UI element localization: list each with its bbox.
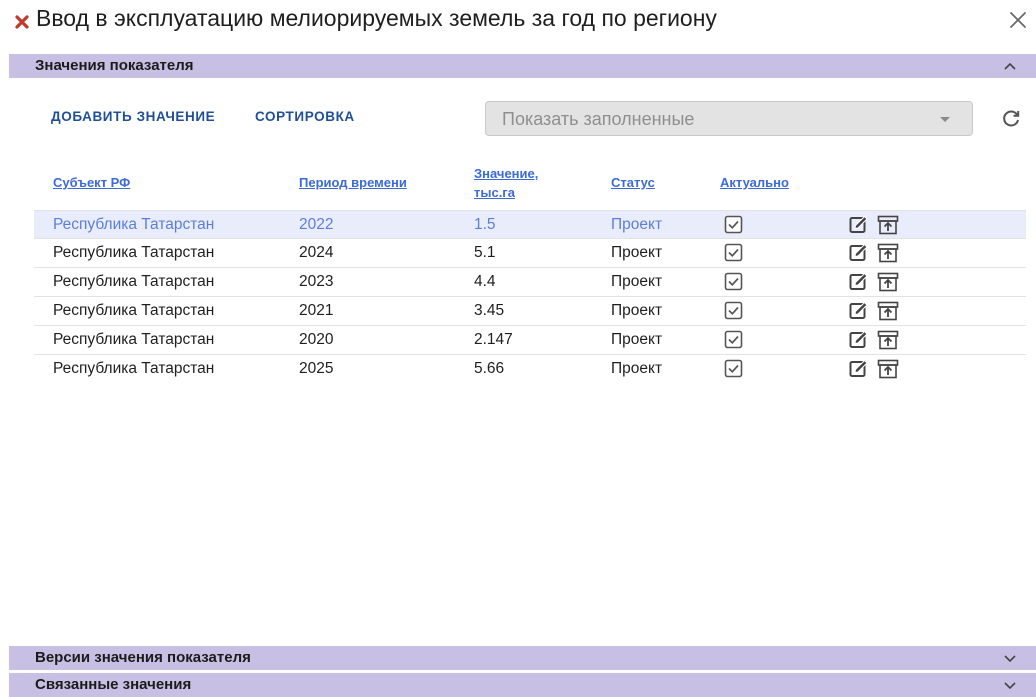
- chevron-down-icon[interactable]: [1003, 652, 1017, 664]
- table-row[interactable]: Республика Татарстан 2022 1.5 Проект: [34, 210, 1026, 239]
- cell-period: 2022: [299, 216, 334, 233]
- cell-subject: Республика Татарстан: [53, 273, 215, 290]
- edit-icon[interactable]: [849, 215, 869, 235]
- edit-icon[interactable]: [849, 243, 869, 263]
- section-title: Версии значения показателя: [35, 649, 251, 666]
- archive-icon[interactable]: [877, 330, 899, 350]
- chevron-up-icon[interactable]: [1003, 60, 1017, 72]
- cell-period: 2020: [299, 331, 334, 348]
- column-header-subject[interactable]: Субъект РФ: [53, 173, 130, 192]
- edit-icon[interactable]: [849, 272, 869, 292]
- cell-status: Проект: [611, 216, 663, 233]
- archive-icon[interactable]: [877, 359, 899, 379]
- column-header-actual[interactable]: Актуально: [720, 173, 789, 192]
- column-header-value-line2: тыс.га: [474, 185, 515, 200]
- column-header-value-line1: Значение,: [474, 166, 539, 181]
- cell-value: 4.4: [474, 273, 496, 290]
- actual-checkbox[interactable]: [724, 359, 743, 378]
- edit-icon[interactable]: [849, 301, 869, 321]
- actual-checkbox[interactable]: [724, 272, 743, 291]
- actual-checkbox[interactable]: [724, 330, 743, 349]
- window-title: Ввод в эксплуатацию мелиорируемых земель…: [36, 5, 717, 31]
- column-header-value[interactable]: Значение, тыс.га: [474, 164, 538, 202]
- close-icon[interactable]: [1008, 10, 1028, 30]
- table-row[interactable]: Республика Татарстан 2024 5.1 Проект: [34, 239, 1026, 268]
- cell-value: 5.66: [474, 360, 505, 377]
- column-header-status[interactable]: Статус: [611, 173, 655, 192]
- cell-subject: Республика Татарстан: [53, 331, 215, 348]
- archive-icon[interactable]: [877, 243, 899, 263]
- cell-value: 1.5: [474, 216, 496, 233]
- filter-select[interactable]: Показать заполненные: [485, 101, 973, 136]
- section-title: Значения показателя: [35, 57, 194, 74]
- edit-icon[interactable]: [849, 359, 869, 379]
- table-row[interactable]: Республика Татарстан 2020 2.147 Проект: [34, 326, 1026, 355]
- table-row[interactable]: Республика Татарстан 2023 4.4 Проект: [34, 268, 1026, 297]
- section-title: Связанные значения: [35, 676, 192, 693]
- cell-period: 2025: [299, 360, 334, 377]
- red-cross-icon: [15, 15, 29, 29]
- cell-status: Проект: [611, 360, 663, 377]
- section-header-versions[interactable]: Версии значения показателя: [9, 646, 1036, 670]
- cell-value: 3.45: [474, 302, 505, 319]
- cell-status: Проект: [611, 244, 663, 261]
- cell-period: 2023: [299, 273, 334, 290]
- section-header-related[interactable]: Связанные значения: [9, 673, 1036, 697]
- cell-status: Проект: [611, 273, 663, 290]
- cell-period: 2021: [299, 302, 334, 319]
- archive-icon[interactable]: [877, 272, 899, 292]
- table-row[interactable]: Республика Татарстан 2021 3.45 Проект: [34, 297, 1026, 326]
- title-bar: Ввод в эксплуатацию мелиорируемых земель…: [0, 0, 1036, 40]
- add-value-button[interactable]: ДОБАВИТЬ ЗНАЧЕНИЕ: [51, 109, 215, 124]
- cell-period: 2024: [299, 244, 334, 261]
- cell-value: 2.147: [474, 331, 513, 348]
- table-row[interactable]: Республика Татарстан 2025 5.66 Проект: [34, 355, 1026, 384]
- cell-subject: Республика Татарстан: [53, 360, 215, 377]
- chevron-down-icon[interactable]: [1003, 679, 1017, 691]
- refresh-icon[interactable]: [1000, 107, 1022, 129]
- cell-subject: Республика Татарстан: [53, 302, 215, 319]
- archive-icon[interactable]: [877, 215, 899, 235]
- cell-subject: Республика Татарстан: [53, 216, 215, 233]
- cell-status: Проект: [611, 331, 663, 348]
- archive-icon[interactable]: [877, 301, 899, 321]
- actual-checkbox[interactable]: [724, 215, 743, 234]
- filter-placeholder: Показать заполненные: [502, 109, 695, 129]
- section-header-values[interactable]: Значения показателя: [9, 54, 1036, 78]
- chevron-down-icon: [940, 117, 950, 122]
- cell-subject: Республика Татарстан: [53, 244, 215, 261]
- column-header-period[interactable]: Период времени: [299, 173, 407, 192]
- cell-status: Проект: [611, 302, 663, 319]
- sort-button[interactable]: СОРТИРОВКА: [255, 109, 355, 124]
- edit-icon[interactable]: [849, 330, 869, 350]
- cell-value: 5.1: [474, 244, 496, 261]
- actual-checkbox[interactable]: [724, 243, 743, 262]
- actual-checkbox[interactable]: [724, 301, 743, 320]
